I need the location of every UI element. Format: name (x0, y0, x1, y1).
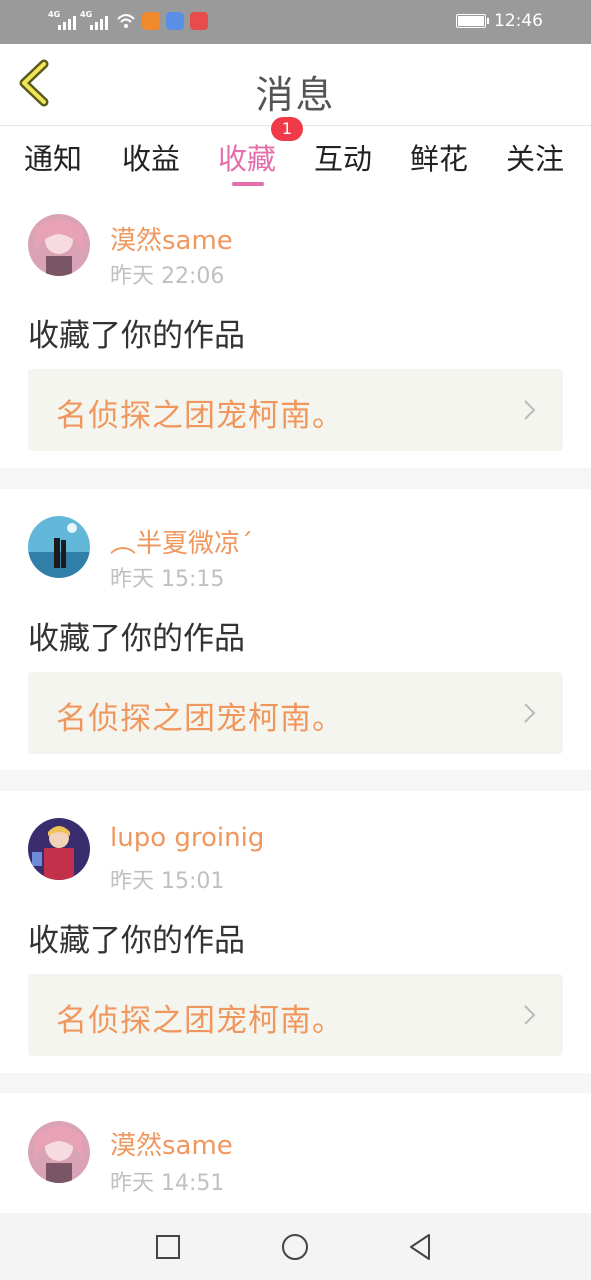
chevron-right-icon (524, 400, 536, 420)
battery-icon (456, 14, 489, 28)
cell-signal-icon-2: 4G (80, 10, 108, 30)
header: 消息 (0, 44, 591, 126)
work-title: 名侦探之团宠柯南。 (56, 1003, 344, 1039)
action-text: 收藏了你的作品 (28, 923, 245, 959)
tab-earnings[interactable]: 收益 (106, 136, 196, 178)
page-title: 消息 (255, 73, 336, 117)
active-tab-indicator (232, 182, 264, 186)
tab-follows[interactable]: 关注 (490, 136, 580, 178)
tab-flowers[interactable]: 鲜花 (394, 136, 484, 178)
action-text: 收藏了你的作品 (28, 621, 245, 657)
username[interactable]: lupo groinig (110, 823, 264, 853)
user-avatar[interactable] (28, 214, 90, 276)
username[interactable]: 漠然same (110, 1125, 233, 1162)
home-button[interactable] (279, 1231, 311, 1263)
work-title: 名侦探之团宠柯南。 (56, 398, 344, 434)
user-avatar[interactable] (28, 1121, 90, 1183)
user-avatar[interactable] (28, 818, 90, 880)
status-icons-left: 4G 4G (48, 10, 208, 30)
back-nav-button[interactable] (404, 1231, 436, 1263)
recent-apps-button[interactable] (152, 1231, 184, 1263)
work-title: 名侦探之团宠柯南。 (56, 701, 344, 737)
unread-badge: 1 (271, 117, 303, 141)
work-link[interactable]: 名侦探之团宠柯南。 (28, 369, 563, 451)
notification-card: lupo groinig 昨天 15:01 收藏了你的作品 名侦探之团宠柯南。 (0, 791, 591, 1073)
notification-card: 漠然same 昨天 22:06 收藏了你的作品 名侦探之团宠柯南。 (0, 192, 591, 468)
cell-signal-icon: 4G (48, 10, 76, 30)
system-nav-bar (0, 1213, 591, 1280)
work-link[interactable]: 名侦探之团宠柯南。 (28, 672, 563, 754)
timestamp: 昨天 15:15 (110, 567, 225, 592)
wifi-icon (117, 14, 135, 28)
timestamp: 昨天 15:01 (110, 869, 225, 894)
notification-card: ︵半夏微凉ˊ 昨天 15:15 收藏了你的作品 名侦探之团宠柯南。 (0, 489, 591, 770)
chevron-right-icon (524, 703, 536, 723)
work-link[interactable]: 名侦探之团宠柯南。 (28, 974, 563, 1056)
tab-favorites[interactable]: 收藏 (202, 136, 292, 186)
username[interactable]: ︵半夏微凉ˊ (110, 523, 253, 560)
music-app-icon (166, 12, 184, 30)
shop-app-icon (190, 12, 208, 30)
status-icons-right: 12:46 (456, 11, 543, 31)
username[interactable]: 漠然same (110, 220, 233, 257)
action-text: 收藏了你的作品 (28, 318, 245, 354)
chevron-right-icon (524, 1005, 536, 1025)
tab-interactions[interactable]: 互动 (298, 136, 388, 178)
status-bar: 4G 4G 12:46 (0, 0, 591, 44)
user-avatar[interactable] (28, 516, 90, 578)
timestamp: 昨天 14:51 (110, 1171, 225, 1196)
timestamp: 昨天 22:06 (110, 264, 225, 289)
video-app-icon (142, 12, 160, 30)
clock: 12:46 (494, 11, 543, 31)
tab-notifications[interactable]: 通知 (8, 136, 98, 178)
notification-card: 漠然same 昨天 14:51 (0, 1093, 591, 1213)
